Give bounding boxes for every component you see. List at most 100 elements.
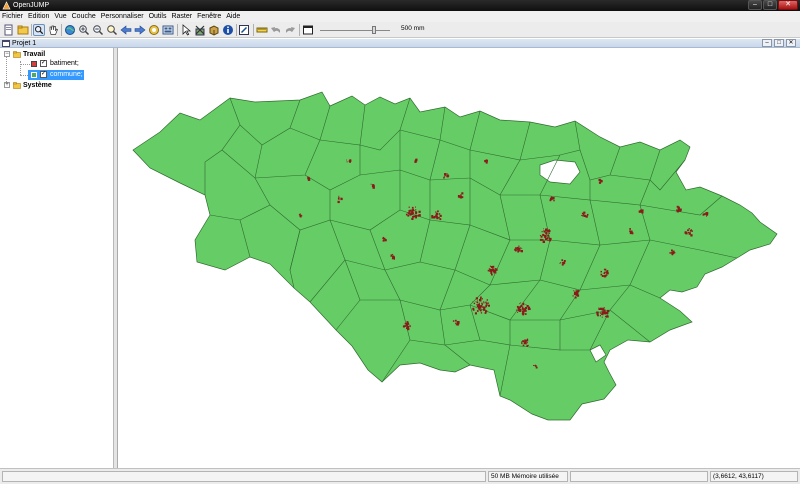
building-feature [522, 312, 525, 315]
maximize-button[interactable]: □ [763, 0, 777, 10]
building-feature [629, 228, 631, 230]
layer-batiment[interactable]: batiment; [50, 59, 79, 68]
frame-close-button[interactable]: ✕ [786, 39, 796, 47]
zoom-slider[interactable] [320, 26, 390, 34]
building-feature [456, 323, 459, 326]
building-feature [481, 303, 483, 306]
frame-maximize-button[interactable]: □ [774, 39, 784, 47]
zoom-to-fence-icon[interactable] [148, 24, 160, 36]
building-feature [392, 255, 395, 258]
project-icon [2, 40, 10, 47]
refresh-icon[interactable] [162, 24, 174, 36]
building-feature [415, 158, 418, 161]
info-icon[interactable] [222, 24, 234, 36]
zoom-previous-icon[interactable] [120, 24, 132, 36]
building-feature [547, 235, 550, 237]
map-view[interactable] [119, 48, 800, 468]
zoom-full-icon[interactable] [64, 24, 76, 36]
menu-personnaliser[interactable]: Personnaliser [101, 11, 144, 22]
zoom-selected-icon[interactable] [106, 24, 118, 36]
zoom-scale-label: 500 mm [401, 25, 425, 32]
building-feature [688, 228, 690, 230]
building-feature [524, 307, 528, 310]
redo-icon[interactable] [284, 24, 296, 36]
building-feature [526, 345, 528, 347]
pan-tool-icon[interactable] [47, 24, 59, 36]
commune-visibility-checkbox[interactable]: ✓ [40, 71, 47, 78]
building-feature [382, 239, 385, 242]
minimize-button[interactable]: – [748, 0, 762, 10]
building-feature [581, 214, 583, 216]
building-feature [641, 209, 644, 212]
building-feature [596, 313, 599, 316]
building-feature [483, 301, 485, 303]
building-feature [307, 176, 309, 179]
building-feature [687, 229, 689, 232]
menu-edition[interactable]: Edition [28, 11, 49, 22]
panel-splitter[interactable] [114, 48, 118, 468]
building-feature [384, 239, 387, 242]
menu-aide[interactable]: Aide [226, 11, 240, 22]
zoom-slider-thumb[interactable] [372, 26, 376, 34]
building-feature [461, 192, 464, 195]
systeme-expand-toggle[interactable]: + [4, 82, 10, 88]
openjump-app-icon [2, 1, 11, 10]
building-feature [476, 304, 477, 306]
building-feature [482, 308, 486, 311]
map-canvas[interactable] [119, 48, 800, 468]
zoom-tool-icon[interactable] [33, 24, 45, 36]
menu-fenetre[interactable]: Fenêtre [197, 11, 221, 22]
building-feature [458, 195, 460, 197]
menu-couche[interactable]: Couche [72, 11, 96, 22]
frame-minimize-button[interactable]: – [762, 39, 772, 47]
building-feature [480, 312, 483, 314]
zoom-in-icon[interactable] [78, 24, 90, 36]
building-feature [446, 175, 448, 177]
category-systeme[interactable]: Système [23, 81, 52, 90]
building-feature [438, 216, 440, 219]
building-feature [417, 215, 419, 217]
building-feature [689, 230, 692, 232]
select-icon[interactable] [180, 24, 192, 36]
edit-toolbox-icon[interactable] [238, 24, 250, 36]
menu-raster[interactable]: Raster [171, 11, 192, 22]
building-feature [561, 261, 564, 264]
travail-collapse-toggle[interactable]: − [4, 51, 10, 57]
building-feature [487, 269, 490, 272]
building-feature [521, 342, 523, 345]
menu-outils[interactable]: Outils [149, 11, 167, 22]
category-travail[interactable]: Travail [23, 50, 45, 59]
menu-fichier[interactable]: Fichier [2, 11, 23, 22]
batiment-visibility-checkbox[interactable]: ✓ [40, 60, 47, 67]
layer-commune[interactable]: commune; [50, 70, 83, 79]
building-feature [415, 206, 416, 208]
building-feature [543, 230, 546, 233]
building-feature [603, 275, 606, 278]
open-project-icon[interactable] [17, 24, 29, 36]
feature-info-icon[interactable] [208, 24, 220, 36]
building-feature [601, 316, 603, 318]
building-feature [308, 178, 311, 181]
building-feature [549, 238, 551, 240]
menu-vue[interactable]: Vue [54, 11, 66, 22]
building-feature [605, 274, 608, 276]
building-feature [443, 176, 445, 178]
building-feature [605, 315, 607, 318]
menu-bar: Fichier Edition Vue Couche Personnaliser… [0, 11, 800, 22]
window-icon[interactable] [302, 24, 314, 36]
close-button[interactable]: ✕ [778, 0, 798, 10]
undo-icon[interactable] [270, 24, 282, 36]
delete-icon[interactable] [194, 24, 206, 36]
building-feature [541, 239, 544, 241]
cursor-coordinates: (3,6612, 43,6117) [710, 471, 798, 482]
zoom-next-icon[interactable] [134, 24, 146, 36]
building-feature [522, 344, 525, 347]
building-feature [518, 245, 520, 247]
building-feature [521, 304, 523, 306]
building-feature [514, 248, 517, 251]
measure-icon[interactable] [256, 24, 268, 36]
new-project-icon[interactable] [3, 24, 15, 36]
building-feature [480, 309, 482, 311]
building-feature [573, 290, 575, 292]
zoom-out-icon[interactable] [92, 24, 104, 36]
